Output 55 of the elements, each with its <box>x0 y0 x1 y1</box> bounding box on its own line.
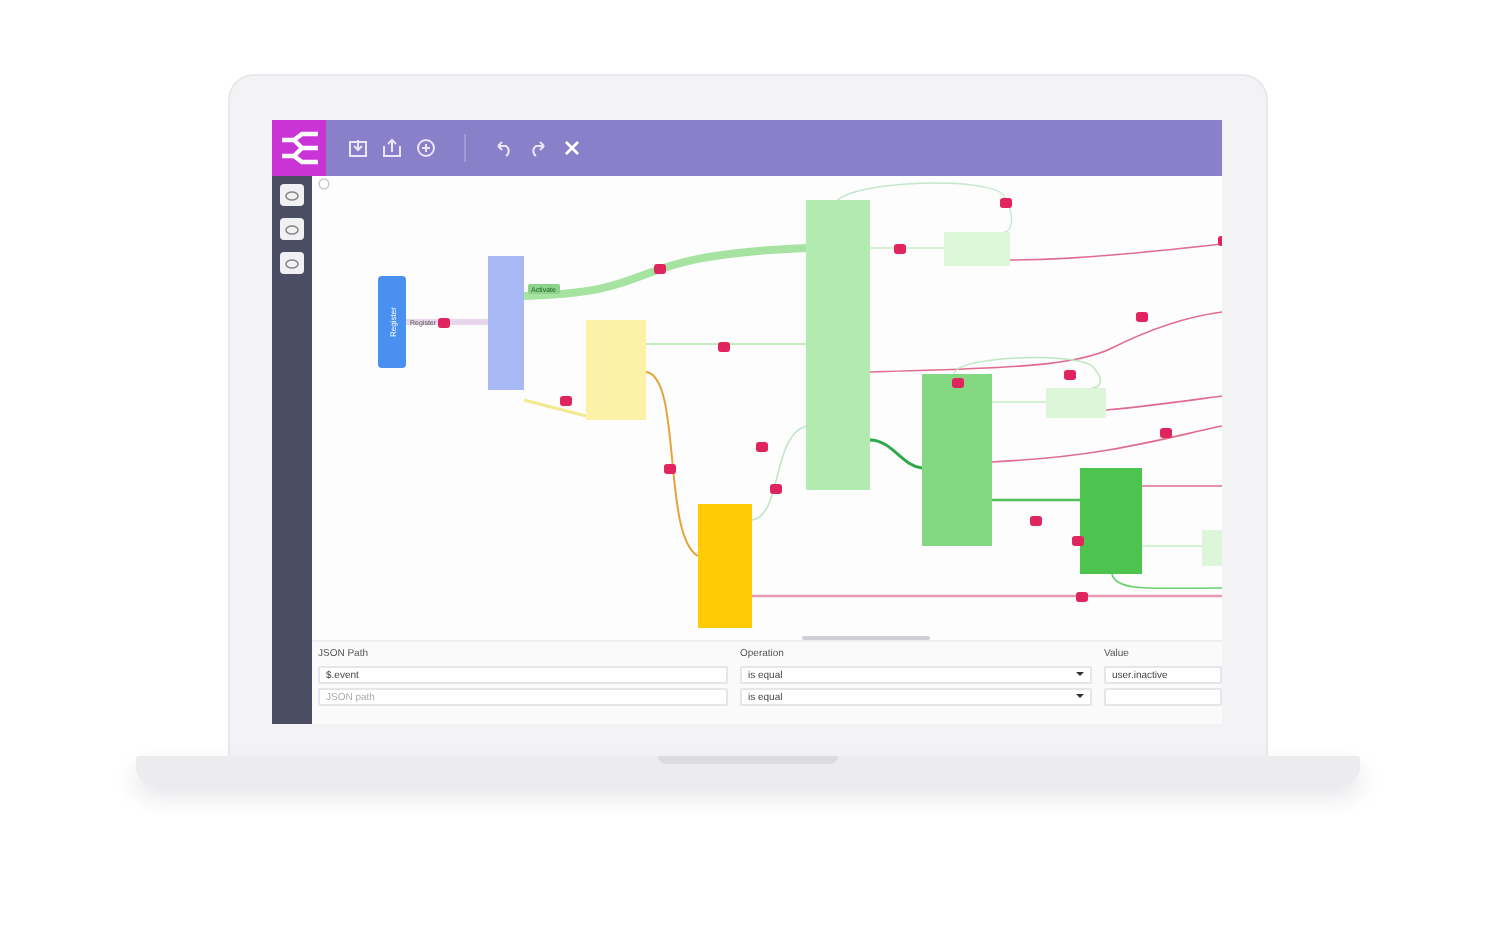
link-line <box>1141 545 1203 547</box>
undo-icon <box>494 138 514 158</box>
node-tool[interactable] <box>280 184 304 206</box>
flow-node <box>698 504 752 628</box>
count-badge <box>718 342 730 352</box>
redo-icon <box>528 138 548 158</box>
add-button[interactable] <box>414 136 438 160</box>
count-badge <box>664 464 676 474</box>
link-line <box>869 247 945 249</box>
count-badge <box>894 244 906 254</box>
count-badge <box>1136 312 1148 322</box>
count-badge <box>1030 516 1042 526</box>
flow-node <box>944 232 1010 266</box>
count-badge <box>654 264 666 274</box>
count-badge <box>1072 536 1084 546</box>
flow-node <box>1080 468 1142 574</box>
count-badge <box>1000 198 1012 208</box>
link-line <box>869 438 923 470</box>
count-badge <box>438 318 450 328</box>
node-tool[interactable] <box>280 218 304 240</box>
node-tool[interactable] <box>280 252 304 274</box>
close-icon <box>562 138 582 158</box>
flow-node <box>1046 388 1106 418</box>
node-icon <box>284 189 300 201</box>
flow-node <box>378 276 406 368</box>
import-icon <box>348 138 368 158</box>
count-badge <box>1076 592 1088 602</box>
count-badge <box>1160 428 1172 438</box>
link-line <box>1105 395 1222 411</box>
scrollbar <box>802 636 930 640</box>
import-button[interactable] <box>346 136 370 160</box>
export-icon <box>382 138 402 158</box>
count-badge <box>1064 370 1076 380</box>
link-line <box>1141 485 1222 487</box>
flow-node <box>1202 530 1222 566</box>
value-field[interactable] <box>1104 688 1222 706</box>
count-badge <box>770 484 782 494</box>
flow-node <box>586 320 646 420</box>
link-line <box>751 425 807 521</box>
link-line <box>991 401 1047 403</box>
undo-button[interactable] <box>492 136 516 160</box>
plus-icon <box>416 138 436 158</box>
link-line <box>1111 573 1222 590</box>
link-line <box>523 398 587 418</box>
link-line <box>406 319 488 325</box>
link-line <box>992 498 1080 502</box>
node-icon <box>284 257 300 269</box>
node-icon <box>284 223 300 235</box>
count-badge <box>952 378 964 388</box>
export-button[interactable] <box>380 136 404 160</box>
count-badge <box>756 442 768 452</box>
flow-node <box>488 256 524 390</box>
redo-button[interactable] <box>526 136 550 160</box>
count-badge <box>560 396 572 406</box>
close-button[interactable] <box>560 136 584 160</box>
